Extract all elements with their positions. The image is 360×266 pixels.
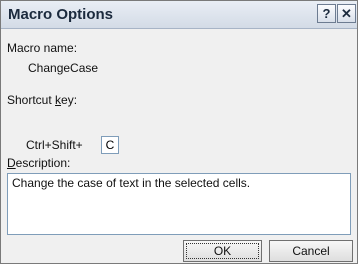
ok-button[interactable]: OK (183, 240, 262, 262)
description-textarea[interactable]: Change the case of text in the selected … (7, 173, 351, 235)
shortcut-label-prefix: Shortcut (7, 93, 56, 107)
shortcut-key-input[interactable]: C (101, 136, 119, 154)
macro-name-label: Macro name: (7, 41, 78, 55)
description-label: Description: (7, 156, 70, 170)
cancel-button[interactable]: Cancel (269, 240, 353, 262)
shortcut-prefix-text: Ctrl+Shift+ (26, 138, 83, 152)
shortcut-label-suffix: ey: (61, 93, 78, 107)
help-button[interactable]: ? (317, 4, 336, 23)
title-bar[interactable]: Macro Options ? ✕ (1, 1, 357, 29)
help-icon: ? (322, 6, 331, 21)
shortcut-key-label: Shortcut key: (7, 93, 77, 107)
description-text: Change the case of text in the selected … (12, 176, 251, 190)
description-label-rest: escription: (15, 156, 71, 170)
dialog-title: Macro Options (8, 6, 114, 23)
description-label-accelerator: D (7, 156, 16, 170)
macro-name-value: ChangeCase (28, 61, 99, 75)
close-button[interactable]: ✕ (337, 4, 356, 23)
macro-options-dialog: Macro Options ? ✕ Macro name: ChangeCase… (0, 0, 358, 264)
close-icon: ✕ (341, 5, 352, 21)
